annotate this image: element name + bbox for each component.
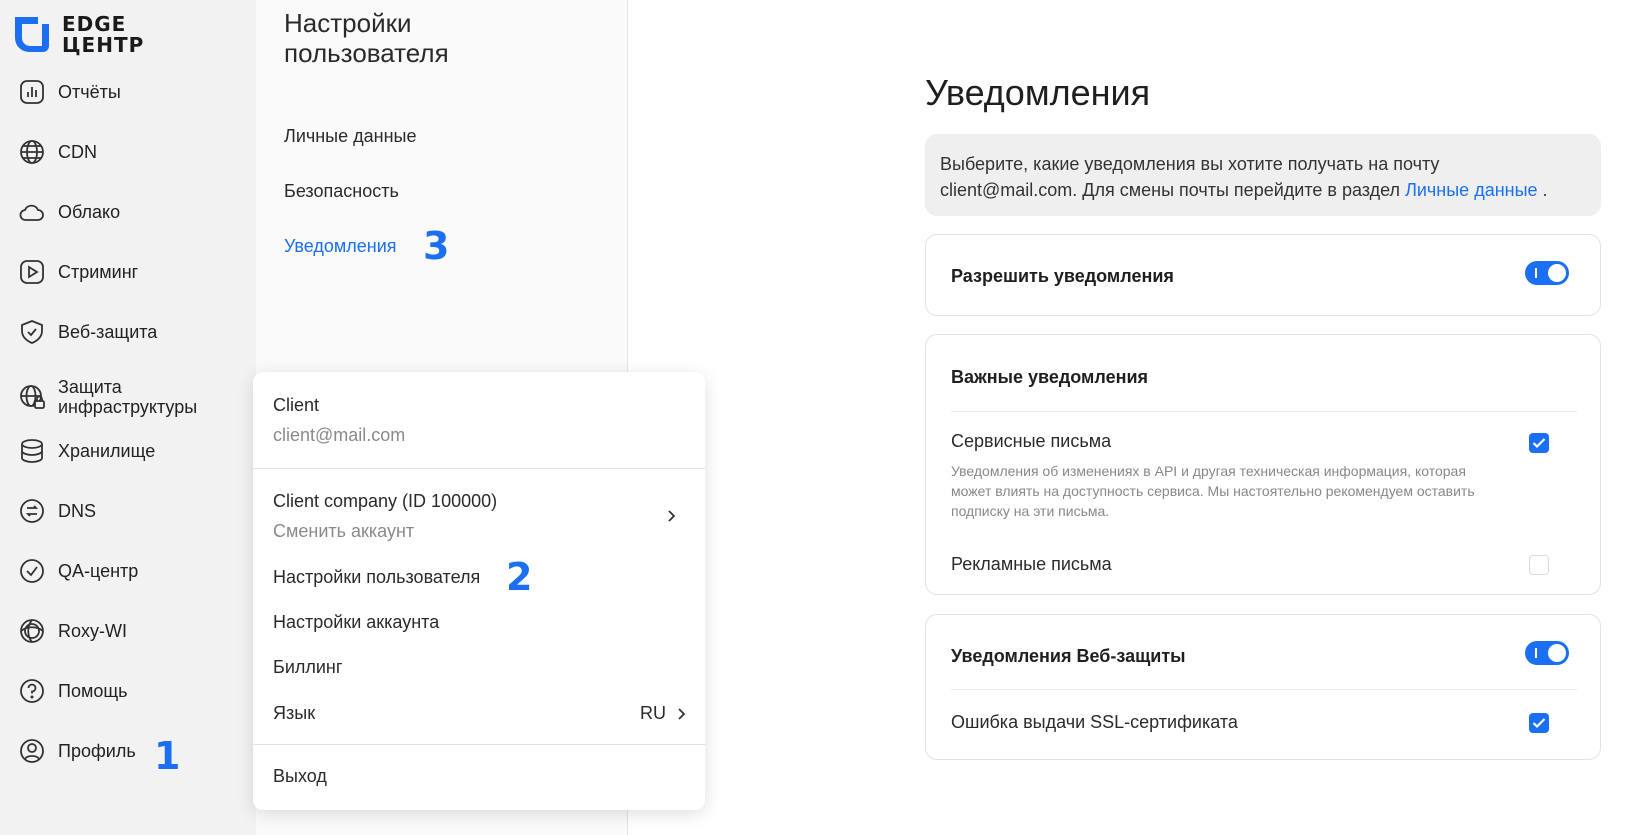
profile-menu: Client client@mail.com Client company (I… [253,372,705,810]
card-divider [951,411,1577,412]
menu-company: Client company (ID 100000) [273,491,498,511]
cloud-icon [18,198,46,226]
sidebar-item-label: Хранилище [58,441,156,461]
sidebar-item-qa-center[interactable]: QA-центр [18,557,138,585]
sidebar-item-label: Облако [58,202,121,222]
sidebar-item-label: Отчёты [58,82,121,102]
important-notifications-title: Важные уведомления [951,367,1149,387]
sidebar-item-infra-protection[interactable]: Защита инфраструктуры [18,377,197,417]
play-icon [18,258,46,286]
sidebar-item-help[interactable]: Помощь [18,677,128,705]
service-letters-description: Уведомления об изменениях в API и другая… [951,463,1475,519]
toggle-bar [1535,648,1537,658]
service-letters-checkbox[interactable] [1529,433,1549,453]
menu-language-value: RU [640,703,666,723]
service-letters-label: Сервисные письма [951,431,1112,451]
sidebar-item-label: Roxy-WI [58,621,127,641]
menu-user-settings[interactable]: Настройки пользователя [273,567,480,588]
sidebar-item-label: Профиль [58,741,136,761]
sidebar-item-label: QA-центр [58,561,139,581]
logo[interactable]: EDGE ЦЕНТР [12,14,144,56]
logo-line-1: EDGE [62,12,127,36]
menu-divider [253,468,705,469]
sidebar-item-web-protection[interactable]: Веб-защита [18,318,157,346]
database-icon [18,437,46,465]
menu-user-email: client@mail.com [273,425,406,445]
sidebar-item-streaming[interactable]: Стриминг [18,258,138,286]
toggle-knob [1548,264,1566,282]
sidebar-item-dns[interactable]: DNS [18,497,96,525]
help-icon [18,677,46,705]
sidebar-item-storage[interactable]: Хранилище [18,437,155,465]
chevron-right-icon [663,508,679,524]
edge-center-logo-icon [15,17,49,52]
menu-user-name: Client [273,395,320,415]
ssl-error-checkbox[interactable] [1529,713,1549,733]
waf-notifications-title: Уведомления Веб-защиты [951,646,1186,666]
sidebar-item-label: Помощь [58,681,128,701]
waf-notifications-toggle[interactable] [1525,641,1569,665]
roxy-icon [18,617,46,645]
allow-notifications-label: Разрешить уведомления [951,266,1174,286]
step-marker-2: 2 [506,555,533,599]
menu-account-settings[interactable]: Настройки аккаунта [273,612,439,633]
info-box: Выберите, какие уведомления вы хотите по… [925,134,1601,216]
settings-link-security[interactable]: Безопасность [284,181,399,202]
globe-lock-icon [18,383,46,411]
globe-icon [18,138,46,166]
settings-link-notifications[interactable]: Уведомления [284,236,397,257]
sidebar-item-cloud[interactable]: Облако [18,198,120,226]
step-marker-1: 1 [154,734,181,778]
sidebar-item-label: DNS [58,501,97,521]
promo-letters-label: Рекламные письма [951,554,1112,574]
logo-text: EDGE ЦЕНТР [62,14,144,56]
personal-data-link[interactable]: Личные данные [1405,180,1537,200]
menu-language-label: Язык [273,703,316,723]
chevron-right-icon [673,706,689,722]
sidebar: EDGE ЦЕНТР Отчёты CDN Облако Стриминг Ве… [0,0,256,835]
info-text-suffix: . [1537,180,1548,200]
settings-title: Настройки пользователя [284,8,449,68]
sidebar-item-label: Защита инфраструктуры [58,377,198,417]
sidebar-item-cdn[interactable]: CDN [18,138,97,166]
toggle-knob [1548,644,1566,662]
sidebar-item-roxy-wi[interactable]: Roxy-WI [18,617,127,645]
sidebar-item-label: Веб-защита [58,322,158,342]
info-text-1: Выберите, какие уведомления вы хотите по… [940,154,1440,174]
promo-letters-checkbox[interactable] [1529,555,1549,575]
logo-line-2: ЦЕНТР [62,33,145,57]
sidebar-item-profile[interactable]: Профиль [18,737,136,765]
page-title: Уведомления [925,72,1151,113]
card-divider [951,689,1577,690]
shield-icon [18,318,46,346]
sidebar-item-label: Стриминг [58,262,139,282]
important-notifications-card: Важные уведомления Сервисные письма Увед… [925,334,1601,595]
check-icon [1532,438,1546,449]
ssl-error-label: Ошибка выдачи SSL-сертификата [951,712,1238,732]
check-circle-icon [18,557,46,585]
dns-icon [18,497,46,525]
sidebar-item-label: CDN [58,142,97,162]
waf-notifications-card: Уведомления Веб-защиты Ошибка выдачи SSL… [925,614,1601,760]
check-icon [1532,718,1546,729]
sidebar-item-reports[interactable]: Отчёты [18,78,121,106]
menu-logout[interactable]: Выход [273,766,327,787]
menu-billing[interactable]: Биллинг [273,657,342,678]
menu-switch-account: Сменить аккаунт [273,521,415,541]
settings-link-personal-data[interactable]: Личные данные [284,126,416,147]
toggle-bar [1535,268,1537,278]
allow-notifications-card: Разрешить уведомления [925,234,1601,316]
menu-divider [253,744,705,745]
reports-icon [18,78,46,106]
allow-notifications-toggle[interactable] [1525,261,1569,285]
step-marker-3: 3 [423,224,450,268]
user-icon [18,737,46,765]
info-text-2: client@mail.com. Для смены почты перейди… [940,180,1401,200]
